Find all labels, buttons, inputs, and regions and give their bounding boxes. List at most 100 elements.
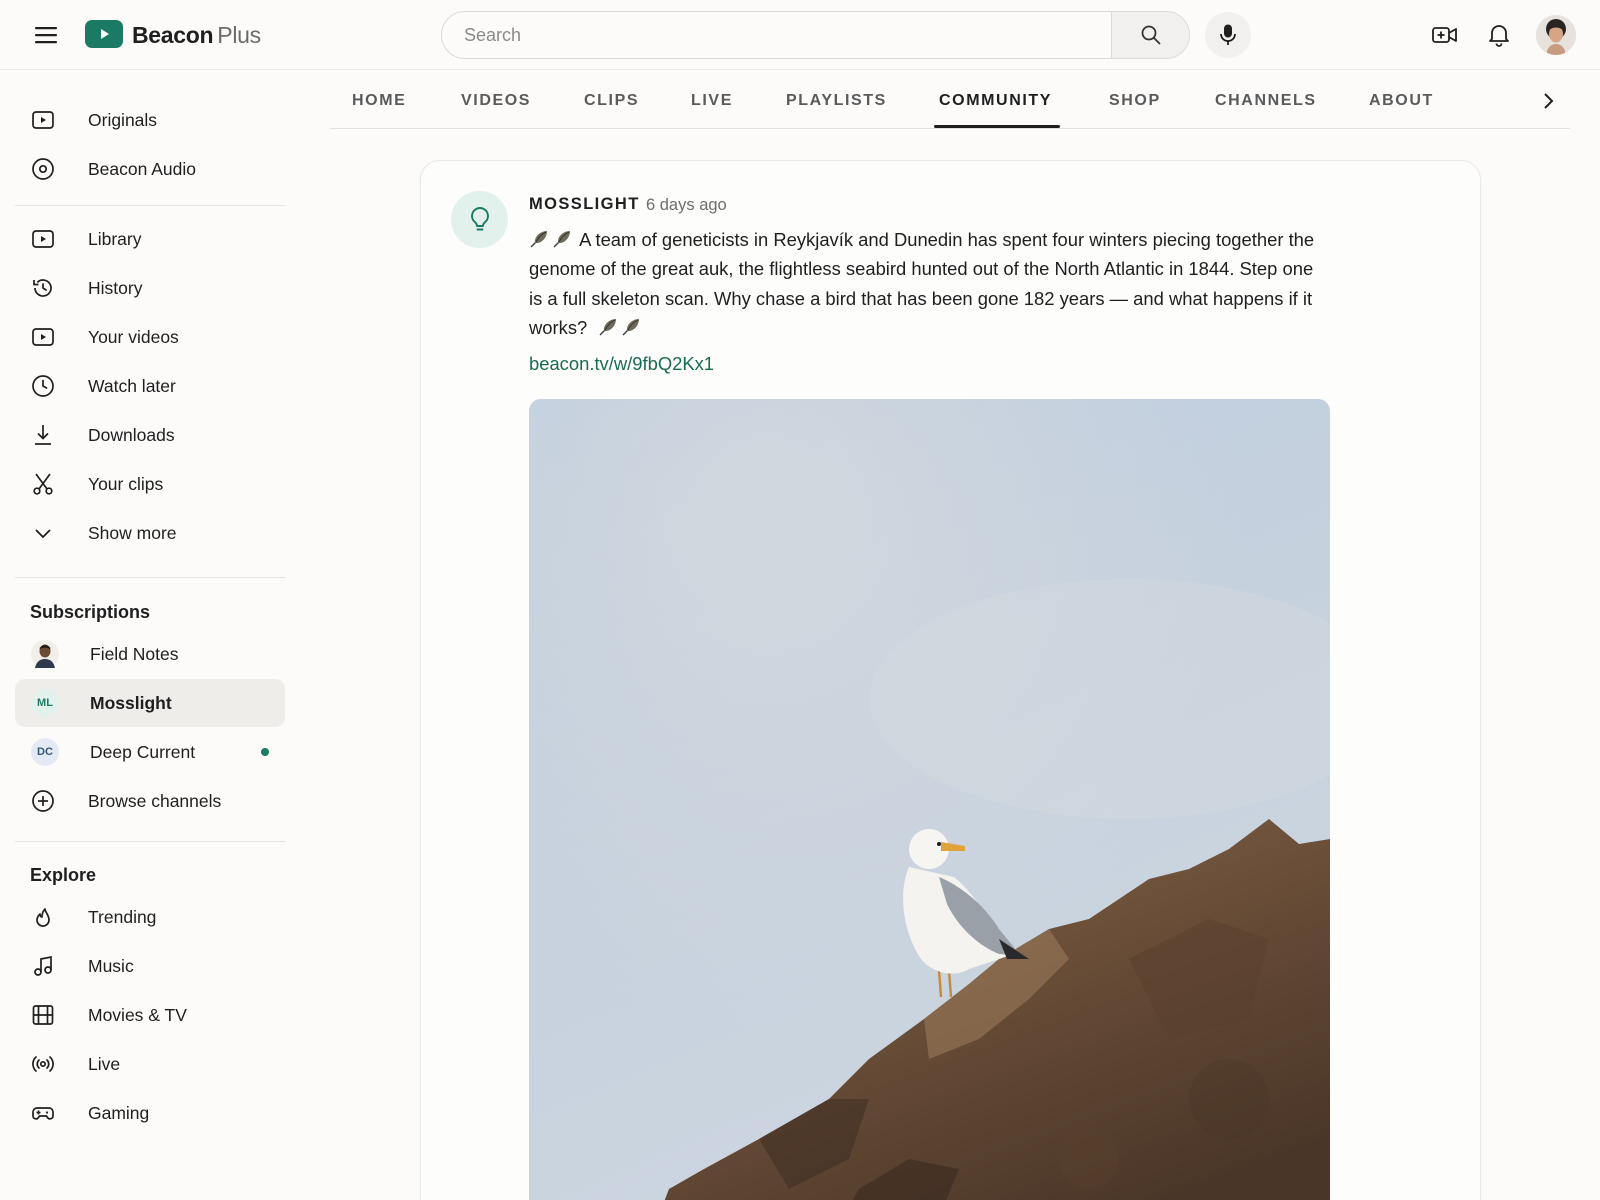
sidebar-item-your-videos[interactable]: Your videos bbox=[15, 313, 285, 361]
sidebar-item-your-clips[interactable]: Your clips bbox=[15, 460, 285, 508]
disc-icon bbox=[32, 158, 54, 180]
search-input[interactable] bbox=[442, 12, 1112, 58]
tab-home[interactable]: HOME bbox=[352, 70, 406, 128]
create-video-icon[interactable] bbox=[1431, 21, 1459, 49]
sidebar-item-field-notes[interactable]: Field Notes bbox=[15, 630, 285, 678]
play-square-icon bbox=[32, 328, 54, 346]
sidebar-item-label: Movies & TV bbox=[88, 1005, 187, 1025]
tab-about[interactable]: ABOUT bbox=[1369, 70, 1434, 128]
sidebar-item-label: Browse channels bbox=[88, 791, 222, 811]
menu-icon[interactable] bbox=[34, 24, 58, 46]
sidebar-item-history[interactable]: History bbox=[15, 264, 285, 312]
post-link[interactable]: beacon.tv/w/9fbQ2Kx1 bbox=[529, 353, 714, 375]
sidebar-item-label: Gaming bbox=[88, 1103, 150, 1123]
sidebar-item-label: Watch later bbox=[88, 376, 176, 396]
tab-playlists[interactable]: PLAYLISTS bbox=[786, 70, 887, 128]
tab-channels[interactable]: CHANNELS bbox=[1215, 70, 1317, 128]
tab-videos[interactable]: VIDEOS bbox=[461, 70, 531, 128]
sidebar-divider bbox=[15, 577, 285, 578]
post-image[interactable] bbox=[529, 399, 1330, 1200]
microphone-icon bbox=[1220, 24, 1236, 45]
sidebar-divider bbox=[15, 205, 285, 206]
sidebar-item-label: Trending bbox=[88, 907, 157, 927]
sidebar-item-browse-channels[interactable]: Browse channels bbox=[15, 777, 285, 825]
lightbulb-icon bbox=[471, 207, 489, 231]
tab-clips[interactable]: CLIPS bbox=[584, 70, 639, 128]
chevron-down-icon bbox=[35, 529, 51, 539]
plus-circle-icon bbox=[32, 790, 54, 812]
sidebar-item-label: Downloads bbox=[88, 425, 175, 445]
active-tab-indicator bbox=[934, 125, 1060, 128]
feather-emoji-icon bbox=[553, 231, 570, 248]
sidebar-item-live[interactable]: Live bbox=[15, 1040, 285, 1088]
post-text: A team of geneticists in Reykjavík and D… bbox=[529, 229, 1315, 338]
sidebar-divider bbox=[15, 841, 285, 842]
scissors-icon bbox=[33, 473, 53, 495]
broadcast-icon bbox=[32, 1056, 54, 1072]
music-note-icon bbox=[34, 955, 52, 976]
sidebar-item-label: Originals bbox=[88, 110, 158, 130]
channel-avatar[interactable] bbox=[451, 191, 508, 248]
subscriptions-heading: Subscriptions bbox=[30, 602, 151, 622]
channel-tabs: HOME VIDEOS CLIPS LIVE PLAYLISTS COMMUNI… bbox=[330, 70, 1570, 129]
flame-icon bbox=[36, 908, 50, 927]
sidebar-item-music[interactable]: Music bbox=[15, 942, 285, 990]
search-button[interactable] bbox=[1111, 12, 1189, 58]
history-icon bbox=[33, 279, 52, 297]
tab-shop[interactable]: SHOP bbox=[1109, 70, 1161, 128]
account-avatar[interactable] bbox=[1536, 15, 1576, 55]
sidebar-item-watch-later[interactable]: Watch later bbox=[15, 362, 285, 410]
search-icon bbox=[1141, 25, 1161, 45]
clock-icon bbox=[32, 375, 54, 397]
sidebar-item-label: Your clips bbox=[88, 474, 164, 494]
channel-badge: DC bbox=[31, 738, 59, 766]
sidebar-item-label: History bbox=[88, 278, 143, 298]
voice-search-button[interactable] bbox=[1205, 12, 1251, 58]
feather-emoji-icon bbox=[530, 231, 547, 248]
sidebar-item-label: Library bbox=[88, 229, 142, 249]
sidebar-item-gaming[interactable]: Gaming bbox=[15, 1089, 285, 1137]
post-timestamp: 6 days ago bbox=[646, 196, 727, 214]
post-author[interactable]: MOSSLIGHT bbox=[529, 195, 640, 214]
play-square-icon bbox=[32, 111, 54, 129]
tab-community[interactable]: COMMUNITY bbox=[939, 70, 1052, 128]
notifications-bell-icon[interactable] bbox=[1485, 20, 1513, 48]
feather-emoji-icon bbox=[622, 318, 640, 336]
sidebar-item-beacon-audio[interactable]: Beacon Audio bbox=[15, 145, 285, 193]
film-icon bbox=[32, 1005, 54, 1025]
brand-tier: Plus bbox=[217, 22, 261, 48]
sidebar-item-label: Mosslight bbox=[90, 693, 172, 713]
sidebar-item-label: Your videos bbox=[88, 327, 179, 347]
download-icon bbox=[35, 425, 51, 445]
top-bar: Beacon Plus bbox=[0, 0, 1600, 70]
brand-name: Beacon bbox=[132, 22, 214, 48]
seagull-photo bbox=[529, 399, 1330, 1200]
sidebar-item-label: Live bbox=[88, 1054, 121, 1074]
channel-avatar bbox=[31, 640, 59, 668]
gamepad-icon bbox=[32, 1107, 54, 1120]
search-box bbox=[441, 11, 1190, 59]
sidebar: Originals Beacon Audio Library History Y… bbox=[0, 70, 300, 1200]
sidebar-item-library[interactable]: Library bbox=[15, 215, 285, 263]
logo-icon[interactable] bbox=[85, 20, 123, 48]
sidebar-item-show-more[interactable]: Show more bbox=[15, 509, 285, 557]
sidebar-item-movies-tv[interactable]: Movies & TV bbox=[15, 991, 285, 1039]
channel-badge: ML bbox=[31, 689, 59, 717]
sidebar-item-trending[interactable]: Trending bbox=[15, 893, 285, 941]
sidebar-item-label: Music bbox=[88, 956, 134, 976]
brand-logo[interactable]: Beacon Plus bbox=[132, 20, 261, 50]
tab-live[interactable]: LIVE bbox=[691, 70, 733, 128]
sidebar-item-deep-current[interactable]: DC Deep Current bbox=[15, 728, 285, 776]
sidebar-item-mosslight[interactable]: ML Mosslight bbox=[15, 679, 285, 727]
community-post: MOSSLIGHT 6 days ago A team of geneticis… bbox=[420, 160, 1481, 1200]
post-text-block: A team of geneticists in Reykjavík and D… bbox=[529, 225, 1329, 342]
sidebar-item-label: Field Notes bbox=[90, 644, 179, 664]
explore-heading: Explore bbox=[30, 865, 97, 885]
play-square-icon bbox=[32, 230, 54, 248]
sidebar-item-originals[interactable]: Originals bbox=[15, 96, 285, 144]
sidebar-item-downloads[interactable]: Downloads bbox=[15, 411, 285, 459]
feather-emoji-icon bbox=[599, 318, 617, 336]
sidebar-item-label: Show more bbox=[88, 523, 177, 543]
sidebar-item-label: Beacon Audio bbox=[88, 159, 197, 179]
chevron-right-icon[interactable] bbox=[1537, 90, 1559, 112]
